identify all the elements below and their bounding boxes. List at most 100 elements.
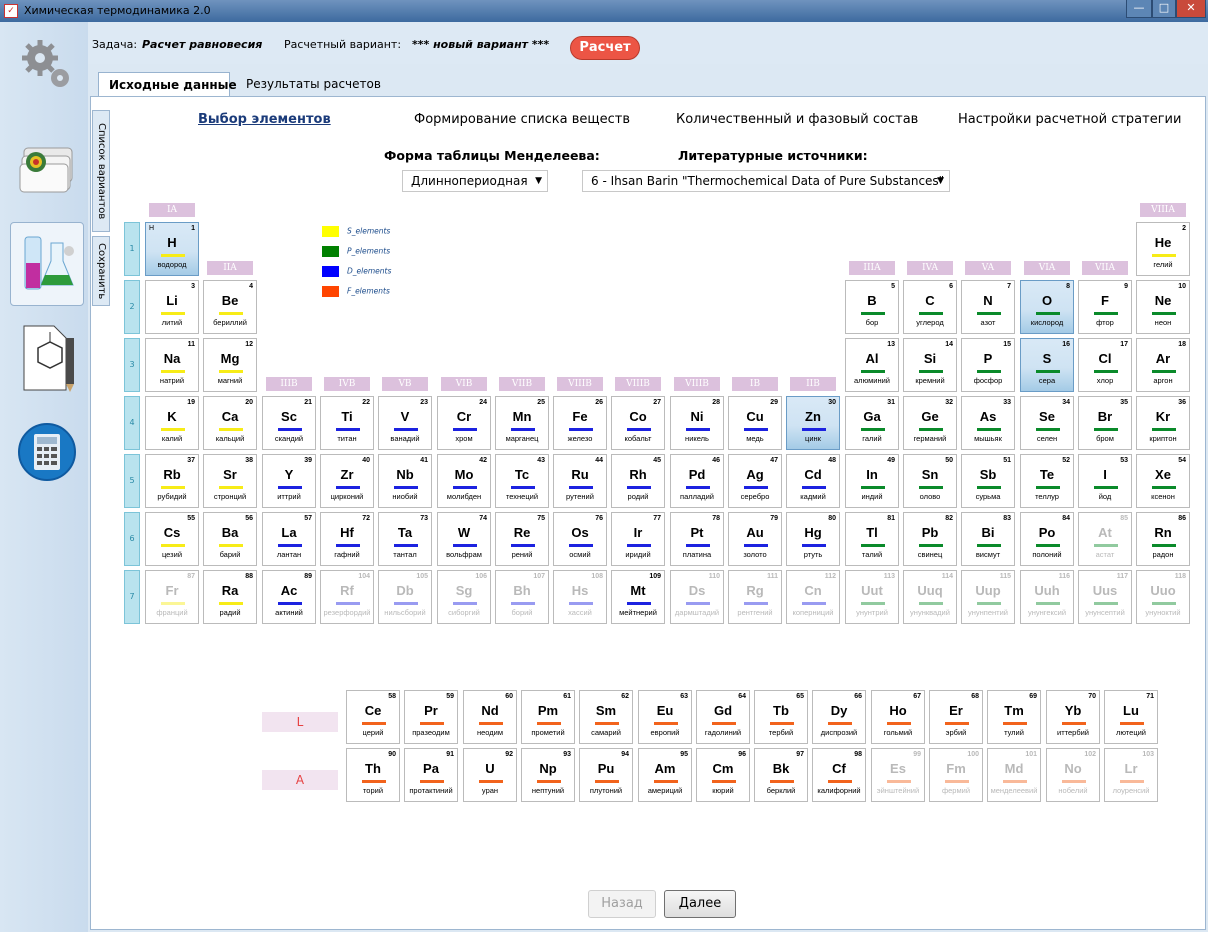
element-cell-al[interactable]: 13 Al алюминий <box>845 338 899 392</box>
element-cell-bi[interactable]: 83 Bi висмут <box>961 512 1015 566</box>
element-cell-rf[interactable]: 104 Rf резерфордий <box>320 570 374 624</box>
element-cell-bk[interactable]: 97 Bk берклий <box>754 748 808 802</box>
close-button[interactable]: ✕ <box>1176 0 1206 18</box>
element-cell-ra[interactable]: 88 Ra радий <box>203 570 257 624</box>
element-cell-ga[interactable]: 31 Ga галий <box>845 396 899 450</box>
element-cell-tb[interactable]: 65 Tb тербий <box>754 690 808 744</box>
element-cell-yb[interactable]: 70 Yb иттербий <box>1046 690 1100 744</box>
element-cell-br[interactable]: 35 Br бром <box>1078 396 1132 450</box>
element-cell-ac[interactable]: 89 Ac актиний <box>262 570 316 624</box>
element-cell-sr[interactable]: 38 Sr стронций <box>203 454 257 508</box>
maximize-button[interactable]: □ <box>1152 0 1176 18</box>
calculate-button[interactable]: Расчет <box>570 36 640 60</box>
element-cell-rg[interactable]: 111 Rg рентгений <box>728 570 782 624</box>
element-cell-am[interactable]: 95 Am америций <box>638 748 692 802</box>
element-cell-bh[interactable]: 107 Bh борий <box>495 570 549 624</box>
element-cell-kr[interactable]: 36 Kr криптон <box>1136 396 1190 450</box>
element-cell-pm[interactable]: 61 Pm прометий <box>521 690 575 744</box>
element-cell-k[interactable]: 19 Kкалий <box>145 396 199 450</box>
element-cell-in[interactable]: 49 In индий <box>845 454 899 508</box>
element-cell-cf[interactable]: 98 Cf калифорний <box>812 748 866 802</box>
sidebar-item-settings[interactable] <box>10 30 84 114</box>
tab-results[interactable]: Результаты расчетов <box>236 72 391 97</box>
element-cell-ir[interactable]: 77 Ir иридий <box>611 512 665 566</box>
element-cell-sn[interactable]: 50 Sn олово <box>903 454 957 508</box>
element-cell-rh[interactable]: 45 Rh родий <box>611 454 665 508</box>
element-cell-y[interactable]: 39 Yиттрий <box>262 454 316 508</box>
element-cell-si[interactable]: 14 Si кремний <box>903 338 957 392</box>
element-cell-cd[interactable]: 48 Cd кадмий <box>786 454 840 508</box>
element-cell-pr[interactable]: 59 Pr празеодим <box>404 690 458 744</box>
element-cell-au[interactable]: 79 Au золото <box>728 512 782 566</box>
element-cell-gd[interactable]: 64 Gd гадолиний <box>696 690 750 744</box>
element-cell-v[interactable]: 23 Vванадий <box>378 396 432 450</box>
section-select-elements[interactable]: Выбор элементов <box>198 112 331 127</box>
element-cell-ta[interactable]: 73 Ta тантал <box>378 512 432 566</box>
section-composition[interactable]: Количественный и фазовый состав <box>676 112 918 127</box>
element-cell-uut[interactable]: 113 Uut унунтрий <box>845 570 899 624</box>
element-cell-b[interactable]: 5 Bбор <box>845 280 899 334</box>
element-cell-c[interactable]: 6 Cуглерод <box>903 280 957 334</box>
element-cell-f[interactable]: 9 Fфтор <box>1078 280 1132 334</box>
element-cell-sb[interactable]: 51 Sb сурьма <box>961 454 1015 508</box>
next-button[interactable]: Далее <box>664 890 736 918</box>
sidebar-item-structure[interactable] <box>10 318 84 402</box>
element-cell-lr[interactable]: 103 Lr лоуренсий <box>1104 748 1158 802</box>
element-cell-te[interactable]: 52 Te теллур <box>1020 454 1074 508</box>
element-cell-ti[interactable]: 22 Ti титан <box>320 396 374 450</box>
element-cell-ba[interactable]: 56 Ba барий <box>203 512 257 566</box>
element-cell-cr[interactable]: 24 Cr хром <box>437 396 491 450</box>
element-cell-ni[interactable]: 28 Ni никель <box>670 396 724 450</box>
element-cell-na[interactable]: 11 Na натрий <box>145 338 199 392</box>
back-button[interactable]: Назад <box>588 890 656 918</box>
element-cell-po[interactable]: 84 Po полоний <box>1020 512 1074 566</box>
element-cell-re[interactable]: 75 Re рений <box>495 512 549 566</box>
element-cell-fr[interactable]: 87 Fr франций <box>145 570 199 624</box>
element-cell-u[interactable]: 92 Uуран <box>463 748 517 802</box>
element-cell-he[interactable]: 2 He гелий <box>1136 222 1190 276</box>
literature-select[interactable]: 6 - Ihsan Barin "Thermochemical Data of … <box>582 170 950 192</box>
element-cell-uuq[interactable]: 114 Uuq унунквадий <box>903 570 957 624</box>
element-cell-xe[interactable]: 54 Xe ксенон <box>1136 454 1190 508</box>
element-cell-n[interactable]: 7 Nазот <box>961 280 1015 334</box>
sidebar-item-calculation[interactable] <box>10 222 84 306</box>
element-cell-nb[interactable]: 41 Nb ниобий <box>378 454 432 508</box>
element-cell-ge[interactable]: 32 Ge германий <box>903 396 957 450</box>
element-cell-ne[interactable]: 10 Ne неон <box>1136 280 1190 334</box>
element-cell-zr[interactable]: 40 Zr цирконий <box>320 454 374 508</box>
element-cell-zn[interactable]: 30 Zn цинк <box>786 396 840 450</box>
element-cell-pa[interactable]: 91 Pa протактиний <box>404 748 458 802</box>
element-cell-ce[interactable]: 58 Ce церий <box>346 690 400 744</box>
element-cell-db[interactable]: 105 Db нильсборий <box>378 570 432 624</box>
tab-input-data[interactable]: Исходные данные <box>98 72 237 97</box>
element-cell-hg[interactable]: 80 Hg ртуть <box>786 512 840 566</box>
element-cell-p[interactable]: 15 Pфосфор <box>961 338 1015 392</box>
element-cell-cs[interactable]: 55 Cs цезий <box>145 512 199 566</box>
element-cell-ho[interactable]: 67 Ho гольмий <box>871 690 925 744</box>
element-cell-sg[interactable]: 106 Sg сиборгий <box>437 570 491 624</box>
element-cell-cn[interactable]: 112 Cn коперниций <box>786 570 840 624</box>
element-cell-w[interactable]: 74 Wвольфрам <box>437 512 491 566</box>
element-cell-o[interactable]: 8 Oкислород <box>1020 280 1074 334</box>
element-cell-fm[interactable]: 100 Fm фермий <box>929 748 983 802</box>
element-cell-se[interactable]: 34 Se селен <box>1020 396 1074 450</box>
element-cell-as[interactable]: 33 As мышьяк <box>961 396 1015 450</box>
element-cell-pu[interactable]: 94 Pu плутоний <box>579 748 633 802</box>
element-cell-fe[interactable]: 26 Fe железо <box>553 396 607 450</box>
sidebar-item-calculator[interactable] <box>10 414 84 498</box>
element-cell-mo[interactable]: 42 Mo молибден <box>437 454 491 508</box>
element-cell-s[interactable]: 16 Sсера <box>1020 338 1074 392</box>
element-cell-ca[interactable]: 20 Ca кальций <box>203 396 257 450</box>
element-cell-mg[interactable]: 12 Mg магний <box>203 338 257 392</box>
element-cell-cl[interactable]: 17 Cl хлор <box>1078 338 1132 392</box>
element-cell-lu[interactable]: 71 Lu лютеций <box>1104 690 1158 744</box>
side-tab-save[interactable]: Сохранить <box>92 236 110 306</box>
element-cell-np[interactable]: 93 Np нептуний <box>521 748 575 802</box>
element-cell-tc[interactable]: 43 Tc технеций <box>495 454 549 508</box>
element-cell-be[interactable]: 4 Be бериллий <box>203 280 257 334</box>
element-cell-mn[interactable]: 25 Mn марганец <box>495 396 549 450</box>
element-cell-mt[interactable]: 109 Mt мейтнерий <box>611 570 665 624</box>
element-cell-co[interactable]: 27 Co кобальт <box>611 396 665 450</box>
side-tab-variants-list[interactable]: Список вариантов <box>92 110 110 232</box>
element-cell-la[interactable]: 57 La лантан <box>262 512 316 566</box>
